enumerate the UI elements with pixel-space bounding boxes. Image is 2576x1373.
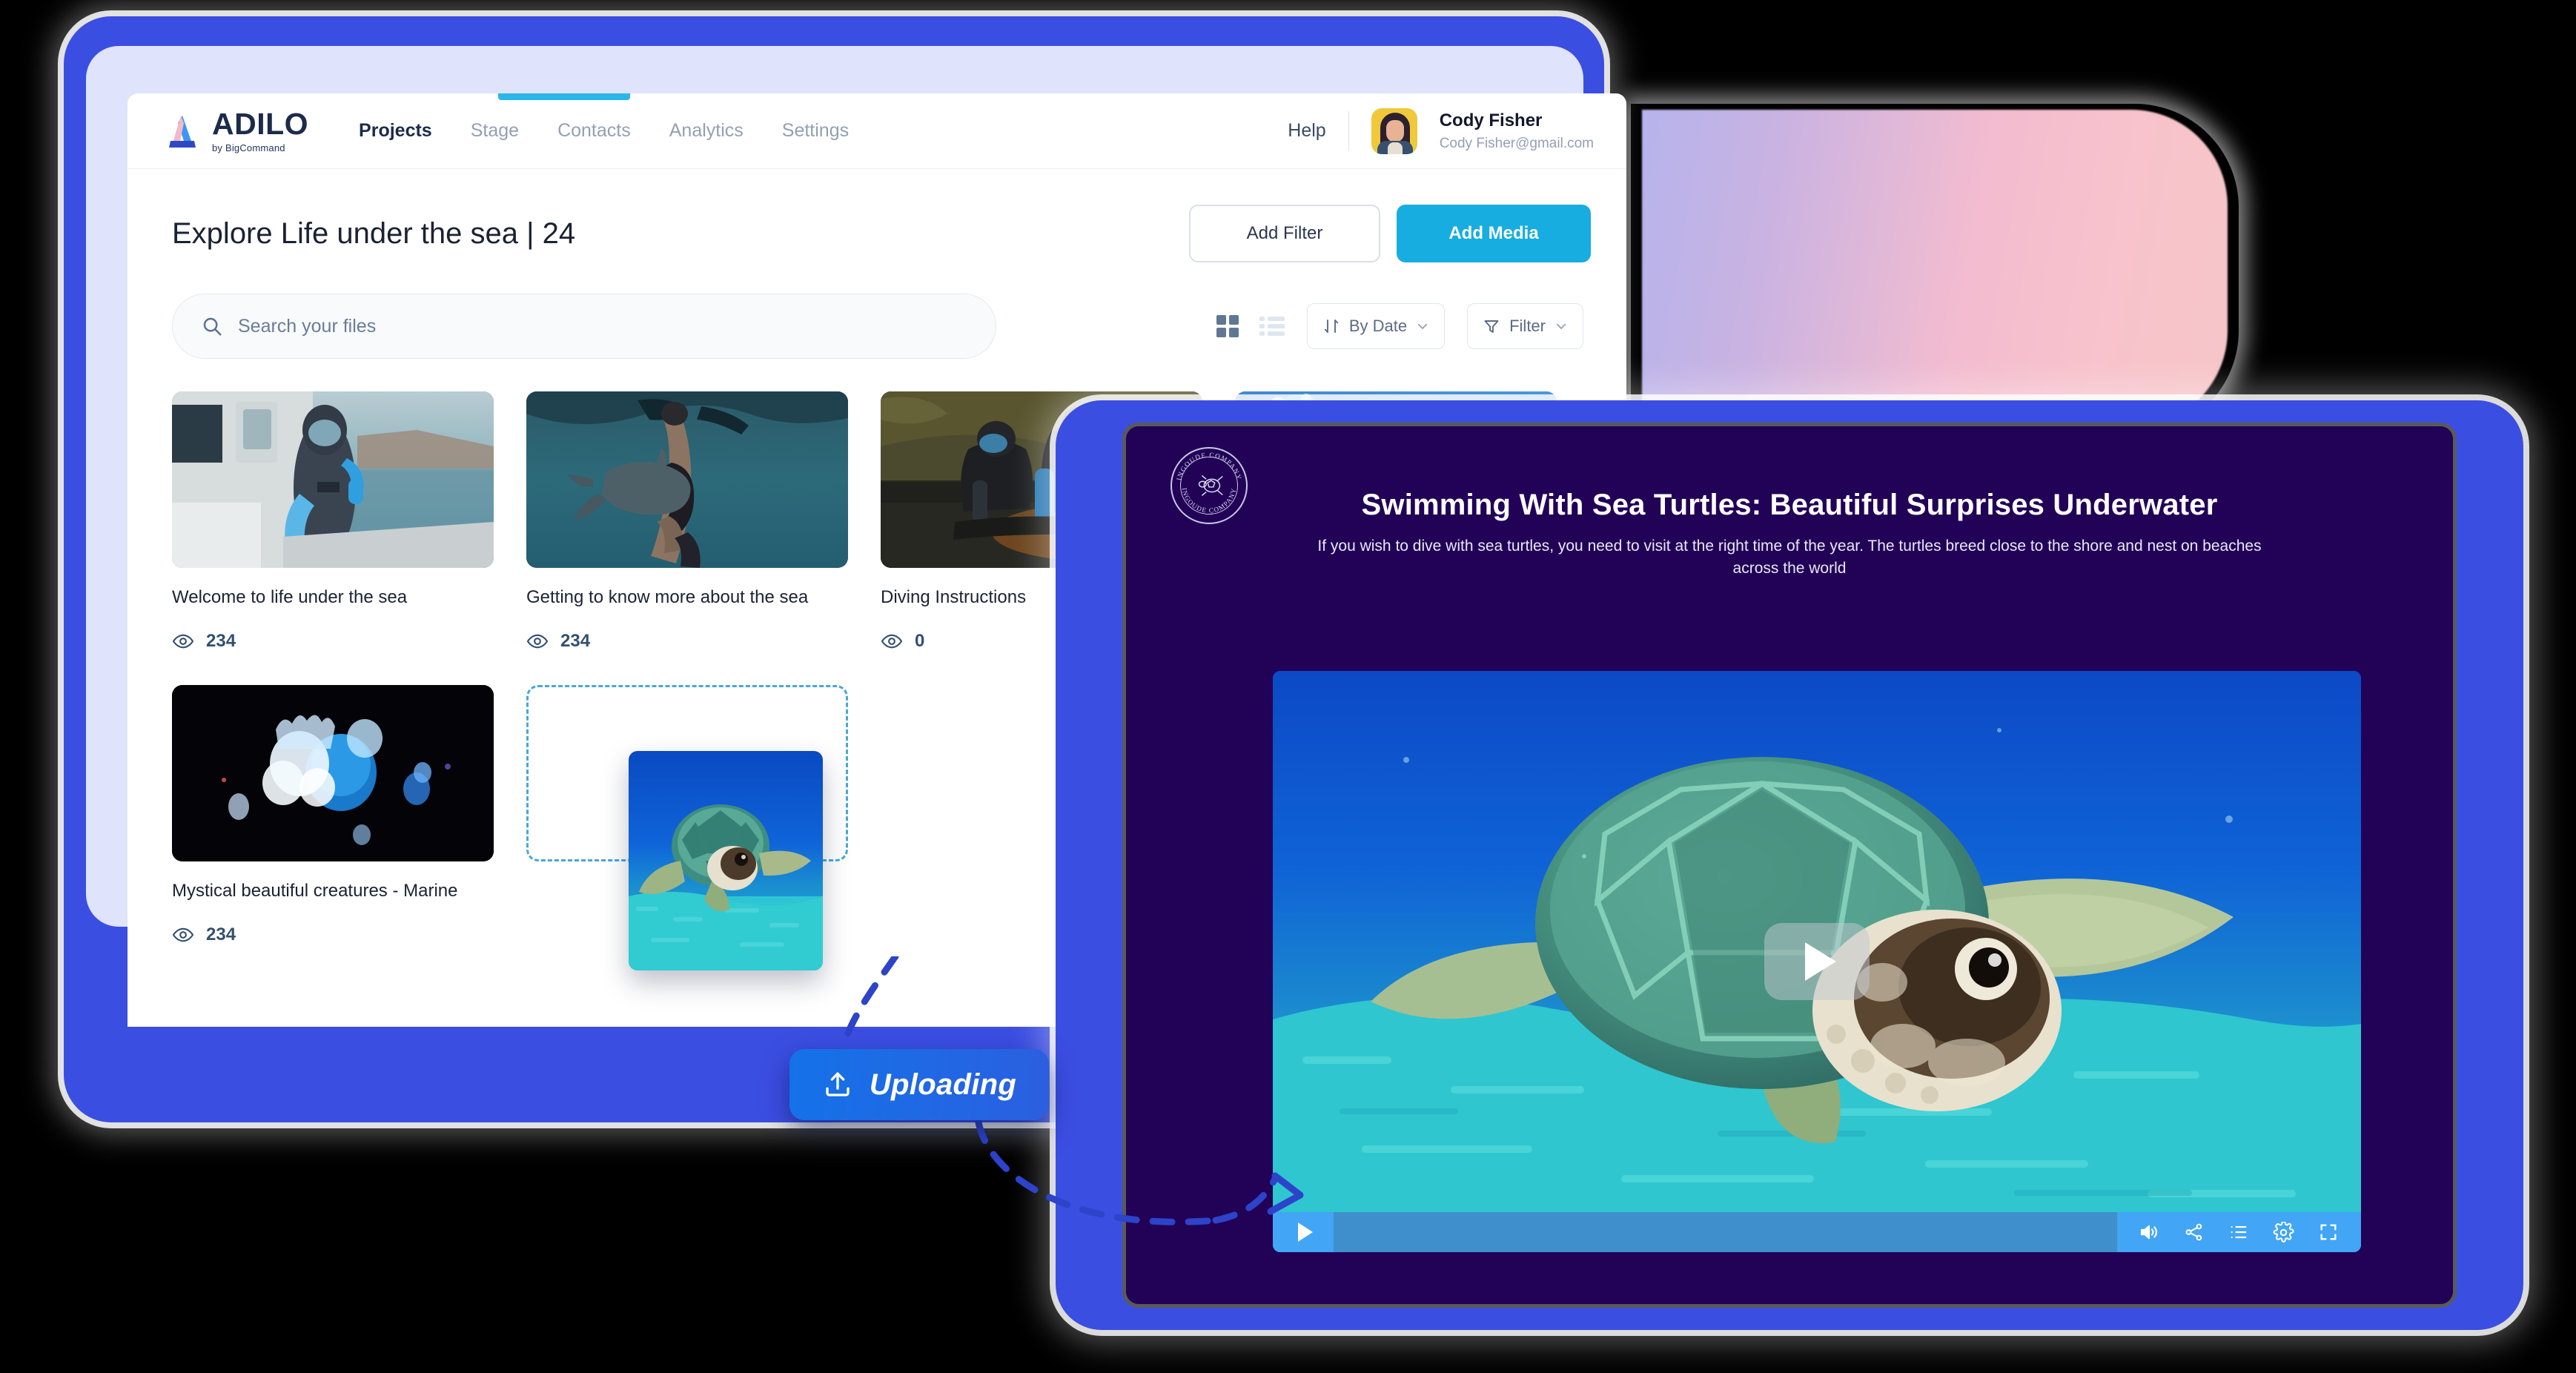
chevron-down-icon [1556, 323, 1566, 330]
video-title: Swimming With Sea Turtles: Beautiful Sur… [1361, 489, 2218, 521]
view-count: 234 [560, 631, 591, 651]
search-icon [203, 317, 222, 336]
filter-dropdown[interactable]: Filter [1467, 303, 1583, 349]
search-placeholder: Search your files [238, 315, 377, 337]
logo-subtext: by BigCommand [212, 142, 285, 153]
user-email: Cody Fisher@gmail.com [1439, 135, 1594, 151]
view-toolbar: By Date Filter [1215, 303, 1591, 349]
sea-turtle-thumbnail[interactable] [629, 751, 823, 970]
media-card[interactable]: Getting to know more about the sea 234 [526, 391, 848, 652]
main-nav: Projects Stage Contacts Analytics Settin… [359, 120, 849, 142]
sort-label: By Date [1348, 317, 1408, 335]
funnel-icon [1484, 320, 1499, 333]
screenshot-root: ADILO by BigCommand Projects Stage Conta… [0, 0, 2576, 1373]
uploading-status-badge[interactable]: Uploading [789, 1049, 1049, 1120]
user-name: Cody Fisher [1439, 110, 1543, 130]
video-player-panel: INGOUDE COMPANY INGOUDE COMPANY Swimming… [1122, 423, 2457, 1308]
toolbar-row: Search your files By Date Filter [128, 262, 1626, 359]
video-player[interactable] [1273, 671, 2361, 1252]
volume-icon[interactable] [2138, 1221, 2160, 1243]
play-button[interactable] [1273, 1212, 1334, 1252]
avatar[interactable] [1371, 107, 1417, 154]
grid-view-icon[interactable] [1215, 314, 1240, 339]
app-header: ADILO by BigCommand Projects Stage Conta… [128, 93, 1626, 169]
filter-label: Filter [1509, 317, 1546, 335]
page-title-row: Explore Life under the sea | 24 Add Filt… [128, 169, 1626, 262]
playlist-icon[interactable] [2228, 1222, 2249, 1243]
list-view-icon[interactable] [1259, 315, 1285, 337]
play-overlay-button[interactable] [1764, 923, 1870, 1000]
view-count: 234 [206, 924, 236, 944]
freediver-with-shark-thumbnail[interactable] [526, 391, 848, 568]
decorative-pink-panel [1642, 110, 2228, 427]
adilo-triangle-logo-icon [169, 115, 196, 148]
eye-icon [172, 634, 194, 649]
add-filter-button[interactable]: Add Filter [1189, 205, 1380, 262]
nav-item-settings[interactable]: Settings [782, 120, 849, 142]
media-card-title: Getting to know more about the sea [526, 587, 809, 607]
play-icon [1298, 1223, 1313, 1242]
add-media-button[interactable]: Add Media [1397, 205, 1591, 262]
sort-icon [1324, 320, 1338, 333]
video-controls [1273, 1212, 2361, 1252]
logo-wordmark: ADILO [212, 107, 309, 141]
view-count: 0 [915, 631, 925, 651]
search-input[interactable]: Search your files [172, 294, 996, 359]
diver-on-boat-thumbnail[interactable] [172, 391, 494, 568]
nav-item-stage[interactable]: Stage [471, 120, 519, 142]
fullscreen-icon[interactable] [2318, 1222, 2339, 1243]
nav-item-analytics[interactable]: Analytics [669, 120, 744, 142]
eye-icon [526, 634, 549, 649]
play-icon [1805, 942, 1836, 981]
media-card-meta: 234 [526, 630, 848, 652]
header-right: Help Cody Fisher Cody Fisher@gmail.com [1288, 107, 1594, 154]
share-icon[interactable] [2184, 1222, 2205, 1243]
uploading-label: Uploading [869, 1068, 1017, 1101]
svg-text:INGOUDE COMPANY: INGOUDE COMPANY [1175, 451, 1243, 481]
adilo-logo[interactable]: ADILO by BigCommand [163, 109, 308, 153]
page-title: Explore Life under the sea | 24 [172, 216, 576, 250]
media-card[interactable]: Welcome to life under the sea 234 [172, 391, 494, 652]
nav-item-projects[interactable]: Projects [359, 120, 432, 142]
chevron-down-icon [1418, 323, 1428, 330]
progress-bar[interactable] [1334, 1212, 2117, 1252]
header-divider [1348, 110, 1349, 151]
view-count: 234 [206, 631, 236, 651]
media-card-title: Mystical beautiful creatures - Marine [172, 881, 458, 901]
media-card-meta: 234 [172, 924, 494, 946]
turtle-seal-icon: INGOUDE COMPANY INGOUDE COMPANY [1171, 447, 1248, 524]
jellyfish-thumbnail[interactable] [172, 685, 494, 861]
media-card-meta: 234 [172, 630, 494, 652]
sort-by-date-dropdown[interactable]: By Date [1306, 303, 1446, 349]
eye-icon [172, 927, 194, 942]
eye-icon [881, 634, 903, 649]
upload-icon [826, 1072, 850, 1096]
nav-item-contacts[interactable]: Contacts [557, 120, 631, 142]
help-link[interactable]: Help [1288, 120, 1325, 142]
media-card-title: Welcome to life under the sea [172, 587, 408, 607]
gear-icon[interactable] [2273, 1221, 2294, 1243]
video-subtitle: If you wish to dive with sea turtles, yo… [1317, 537, 2262, 578]
media-card[interactable]: Mystical beautiful creatures - Marine 23… [172, 685, 494, 946]
